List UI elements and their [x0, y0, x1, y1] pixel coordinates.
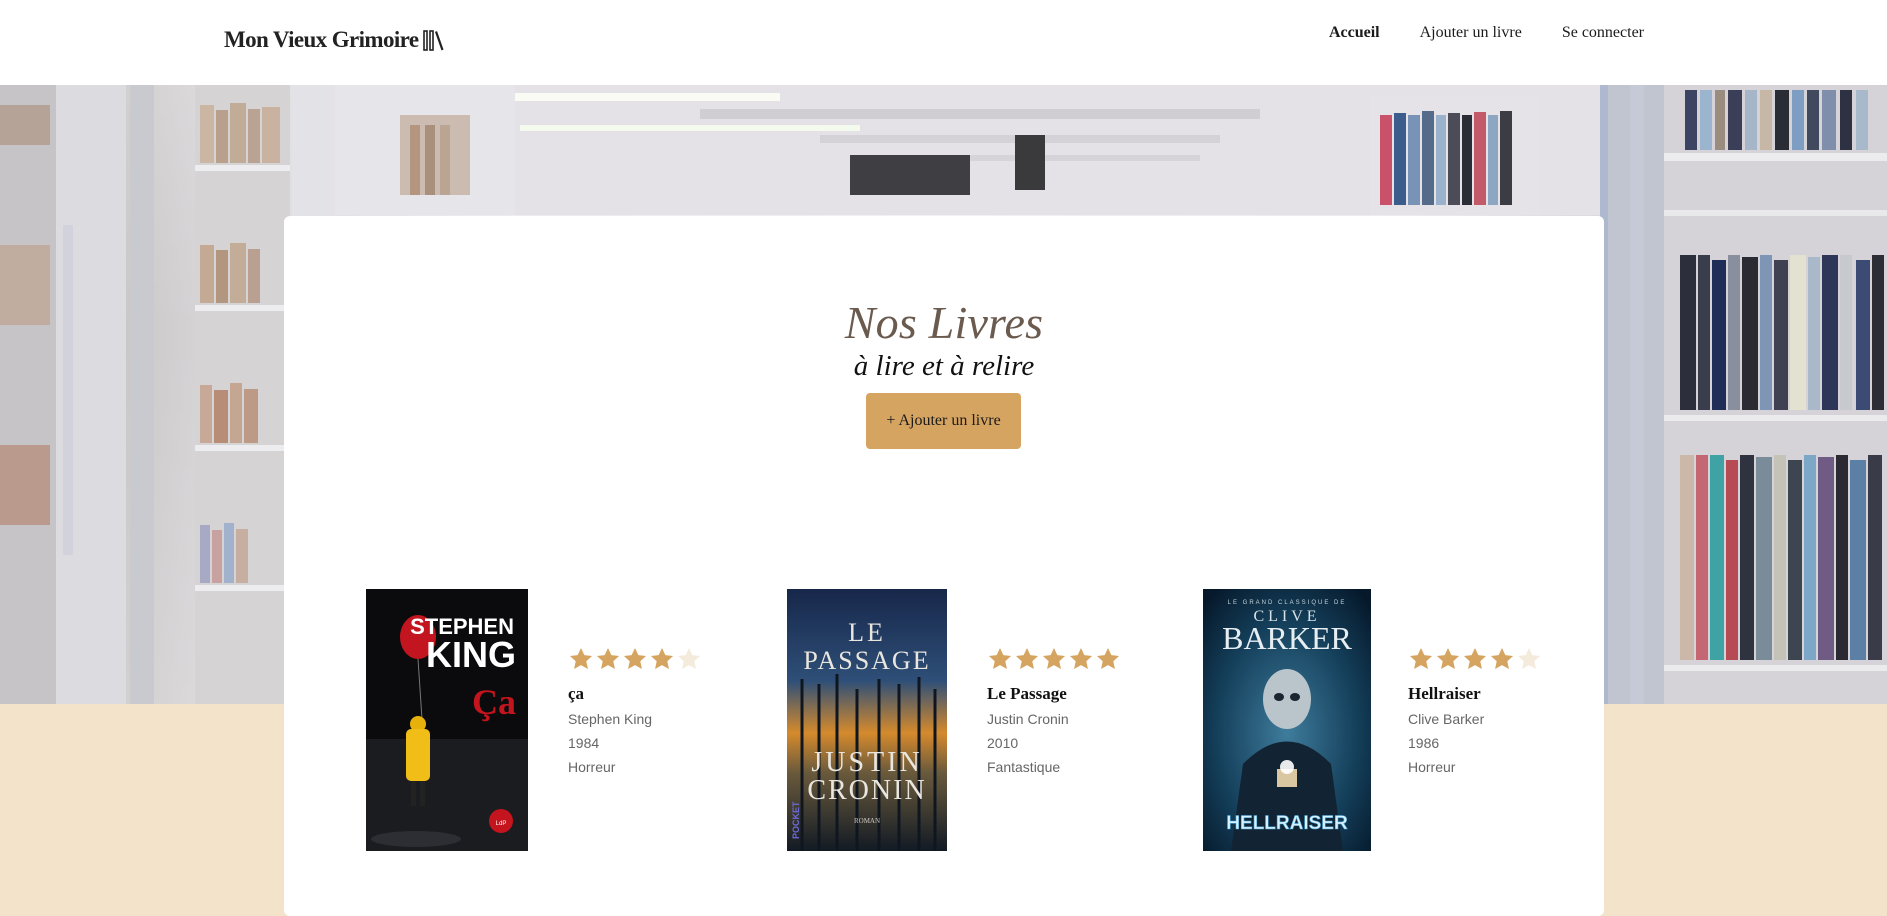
- cover-title: HELLRAISER: [1226, 813, 1348, 834]
- cover-author-line2: BARKER: [1222, 620, 1352, 656]
- rating-stars: [1408, 646, 1542, 674]
- book-info: ça Stephen King 1984 Horreur: [568, 646, 702, 776]
- star-icon: [1436, 647, 1460, 669]
- cover-title-line1: LE: [848, 618, 886, 647]
- nav-home[interactable]: Accueil: [1329, 24, 1380, 42]
- star-icon: [569, 647, 593, 669]
- star-icon: [1490, 647, 1514, 669]
- site-header: Mon Vieux Grimoire Accueil Ajouter un li…: [0, 0, 1887, 85]
- nav-login[interactable]: Se connecter: [1562, 24, 1644, 42]
- star-icon: [1069, 647, 1093, 669]
- books-icon: [423, 30, 445, 51]
- cover-title-line2: PASSAGE: [803, 646, 930, 675]
- cover-author-line2: CRONIN: [807, 775, 926, 806]
- rating-stars: [568, 646, 702, 674]
- cover-title: Ça: [472, 682, 516, 722]
- book-title: Le Passage: [987, 684, 1067, 703]
- star-icon: [596, 647, 620, 669]
- site-logo[interactable]: Mon Vieux Grimoire: [224, 25, 445, 55]
- add-book-button[interactable]: + Ajouter un livre: [866, 393, 1021, 449]
- nav-add-book[interactable]: Ajouter un livre: [1420, 24, 1522, 42]
- star-icon: [1517, 647, 1541, 669]
- cover-author-line2: KING: [426, 634, 516, 675]
- rating-stars: [987, 646, 1121, 674]
- cover-series: POCKET: [791, 801, 801, 839]
- book-title: ça: [568, 684, 585, 703]
- svg-text:LdP: LdP: [496, 821, 507, 827]
- star-icon: [988, 647, 1012, 669]
- book-card[interactable]: LE PASSAGE JUSTIN CRONIN ROMAN POCKET Le…: [787, 589, 1147, 851]
- book-cover-image: LE GRAND CLASSIQUE DE CLIVE BARKER HELLR…: [1203, 589, 1371, 851]
- book-genre: Horreur: [1408, 759, 1456, 775]
- main-nav: Accueil Ajouter un livre Se connecter: [1329, 24, 1644, 42]
- star-icon: [677, 647, 701, 669]
- book-author: Clive Barker: [1408, 711, 1485, 727]
- book-year: 1984: [568, 735, 600, 751]
- book-year: 2010: [987, 735, 1019, 751]
- logo-text: Mon Vieux Grimoire: [224, 27, 419, 52]
- star-icon: [1096, 647, 1120, 669]
- star-icon: [1042, 647, 1066, 669]
- book-info: Hellraiser Clive Barker 1986 Horreur: [1408, 646, 1542, 776]
- star-icon: [650, 647, 674, 669]
- book-author: Stephen King: [568, 711, 653, 727]
- book-cover-image: STEPHEN KING Ça LdP: [366, 589, 528, 851]
- book-author: Justin Cronin: [987, 711, 1069, 727]
- star-icon: [1015, 647, 1039, 669]
- book-list: STEPHEN KING Ça LdP ça Stephen King 1984…: [284, 589, 1604, 859]
- book-title: Hellraiser: [1408, 684, 1481, 703]
- book-genre: Horreur: [568, 759, 616, 775]
- star-icon: [1463, 647, 1487, 669]
- book-year: 1986: [1408, 735, 1440, 751]
- book-cover-image: LE PASSAGE JUSTIN CRONIN ROMAN POCKET: [787, 589, 947, 851]
- main-card: Nos Livres à lire et à relire + Ajouter …: [284, 216, 1604, 916]
- book-genre: Fantastique: [987, 759, 1061, 775]
- star-icon: [1409, 647, 1433, 669]
- cover-label: ROMAN: [854, 817, 880, 825]
- book-card[interactable]: STEPHEN KING Ça LdP ça Stephen King 1984…: [366, 589, 726, 851]
- page-title: Nos Livres: [844, 297, 1044, 348]
- book-info: Le Passage Justin Cronin 2010 Fantastiqu…: [987, 646, 1121, 776]
- svg-text:LE GRAND CLASSIQUE DE: LE GRAND CLASSIQUE DE: [1228, 600, 1347, 606]
- book-card[interactable]: LE GRAND CLASSIQUE DE CLIVE BARKER HELLR…: [1203, 589, 1563, 851]
- page-subtitle: à lire et à relire: [853, 350, 1035, 382]
- star-icon: [623, 647, 647, 669]
- cover-author-line1: JUSTIN: [811, 747, 922, 778]
